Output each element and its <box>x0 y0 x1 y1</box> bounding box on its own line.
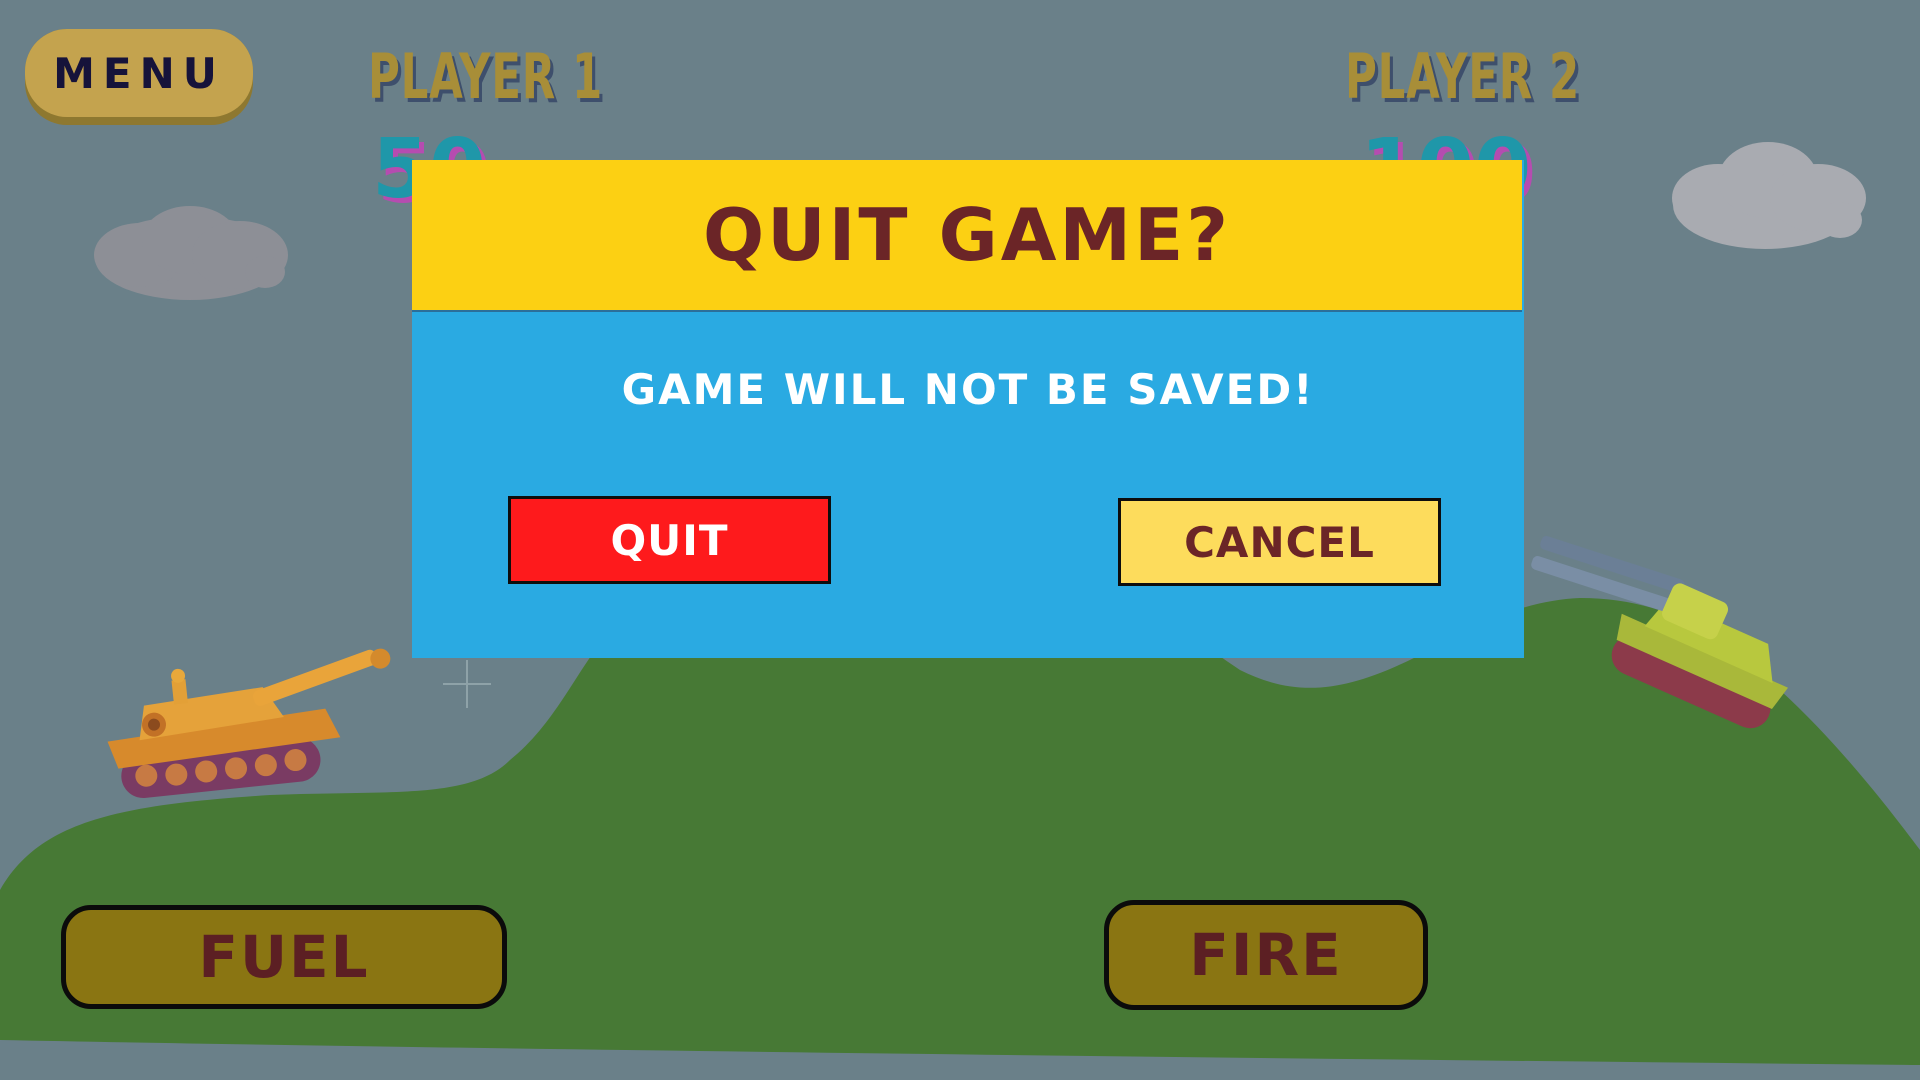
quit-dialog: QUIT GAME? GAME WILL NOT BE SAVED! QUIT … <box>412 160 1524 658</box>
quit-button-label: QUIT <box>610 515 729 565</box>
menu-button-label: MENU <box>25 29 253 117</box>
cancel-button[interactable]: CANCEL <box>1118 498 1441 586</box>
game-screen: MENU PLAYER 1 50 PLAYER 2 100 FUEL FIRE … <box>0 0 1920 1080</box>
quit-button[interactable]: QUIT <box>508 496 831 584</box>
dialog-title: QUIT GAME? <box>702 193 1232 277</box>
fuel-button[interactable]: FUEL <box>61 905 507 1009</box>
fire-button[interactable]: FIRE <box>1104 900 1428 1010</box>
fuel-button-label: FUEL <box>198 923 370 991</box>
player2-label: PLAYER 2 <box>1345 40 1581 113</box>
dialog-header: QUIT GAME? <box>412 160 1522 312</box>
cancel-button-label: CANCEL <box>1184 517 1375 567</box>
fire-button-label: FIRE <box>1189 921 1343 989</box>
dialog-message: GAME WILL NOT BE SAVED! <box>621 365 1315 414</box>
player1-label: PLAYER 1 <box>368 40 604 113</box>
menu-button[interactable]: MENU <box>25 29 253 125</box>
